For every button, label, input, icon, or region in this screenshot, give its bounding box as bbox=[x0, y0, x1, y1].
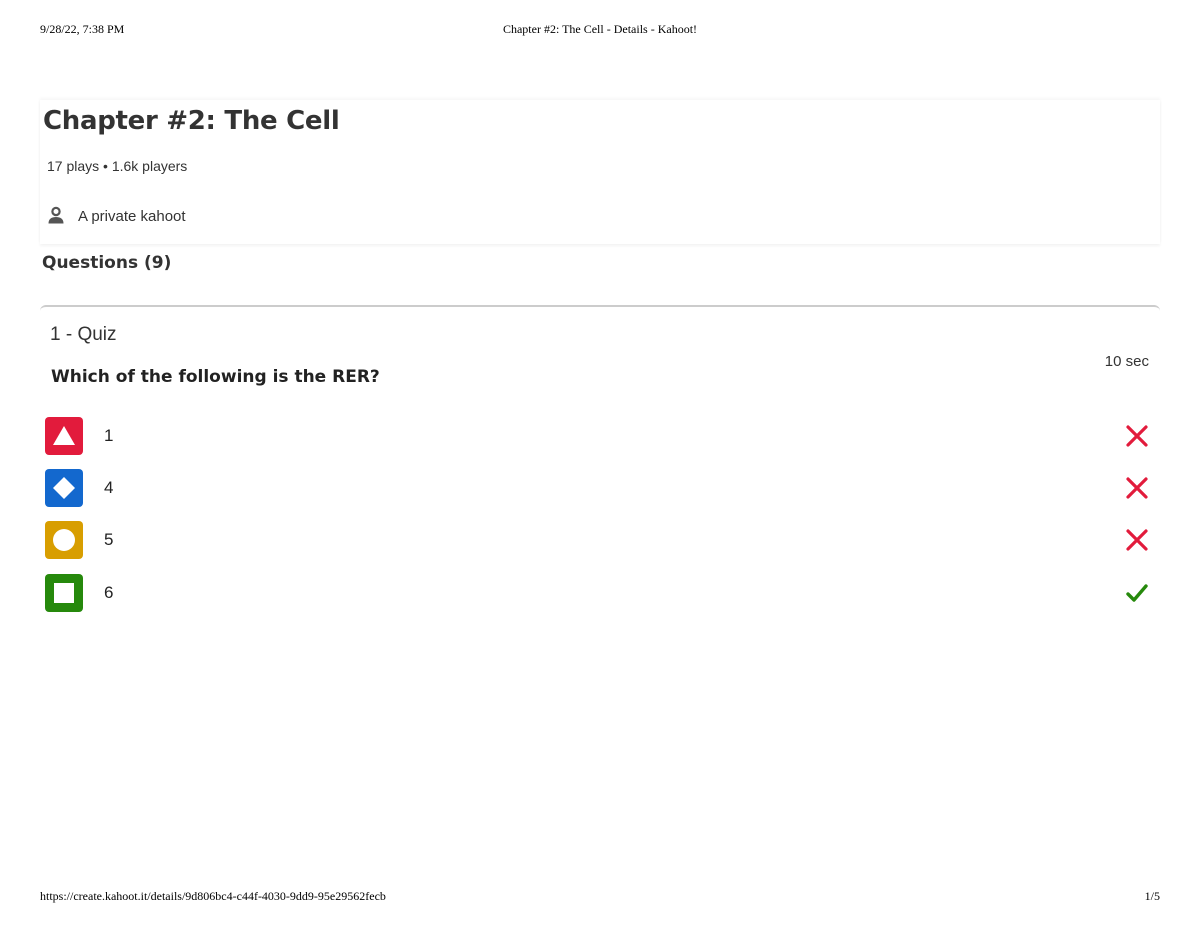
question-card[interactable]: 1 - Quiz 10 sec Which of the following i… bbox=[40, 305, 1160, 625]
print-footer: https://create.kahoot.it/details/9d806bc… bbox=[40, 889, 1160, 907]
correct-check-icon bbox=[1126, 584, 1148, 602]
answer-shape-box bbox=[45, 417, 83, 455]
privacy-row: A private kahoot bbox=[46, 205, 186, 227]
answer-row: 5 bbox=[45, 521, 1150, 561]
incorrect-icon bbox=[1126, 477, 1148, 499]
triangle-icon bbox=[53, 426, 75, 445]
question-text: Which of the following is the RER? bbox=[51, 367, 380, 387]
answer-text: 4 bbox=[104, 478, 114, 497]
square-icon bbox=[54, 583, 74, 603]
circle-icon bbox=[53, 529, 75, 551]
answer-text: 5 bbox=[104, 530, 114, 549]
print-header: 9/28/22, 7:38 PM Chapter #2: The Cell - … bbox=[40, 22, 1160, 40]
answer-row: 4 bbox=[45, 469, 1150, 509]
kahoot-details-card: Chapter #2: The Cell 17 plays • 1.6k pla… bbox=[40, 100, 1160, 244]
incorrect-icon bbox=[1126, 425, 1148, 447]
print-url: https://create.kahoot.it/details/9d806bc… bbox=[40, 889, 386, 903]
answer-shape-box bbox=[45, 469, 83, 507]
answer-text: 1 bbox=[104, 426, 114, 445]
kahoot-stats: 17 plays • 1.6k players bbox=[47, 158, 188, 174]
answer-text: 6 bbox=[104, 583, 114, 602]
answer-shape-box bbox=[45, 521, 83, 559]
print-page-title: Chapter #2: The Cell - Details - Kahoot! bbox=[502, 22, 698, 36]
kahoot-title: Chapter #2: The Cell bbox=[43, 106, 340, 136]
questions-heading: Questions (9) bbox=[42, 253, 172, 273]
privacy-label: A private kahoot bbox=[78, 207, 186, 225]
answer-shape-box bbox=[45, 574, 83, 612]
question-time-limit: 10 sec bbox=[1104, 353, 1149, 370]
diamond-icon bbox=[53, 477, 75, 499]
print-page-number: 1/5 bbox=[1144, 889, 1160, 903]
incorrect-icon bbox=[1126, 529, 1148, 551]
answer-row: 6 bbox=[45, 574, 1150, 614]
question-type-label: 1 - Quiz bbox=[50, 324, 117, 345]
user-icon bbox=[48, 206, 64, 224]
answer-row: 1 bbox=[45, 417, 1150, 457]
